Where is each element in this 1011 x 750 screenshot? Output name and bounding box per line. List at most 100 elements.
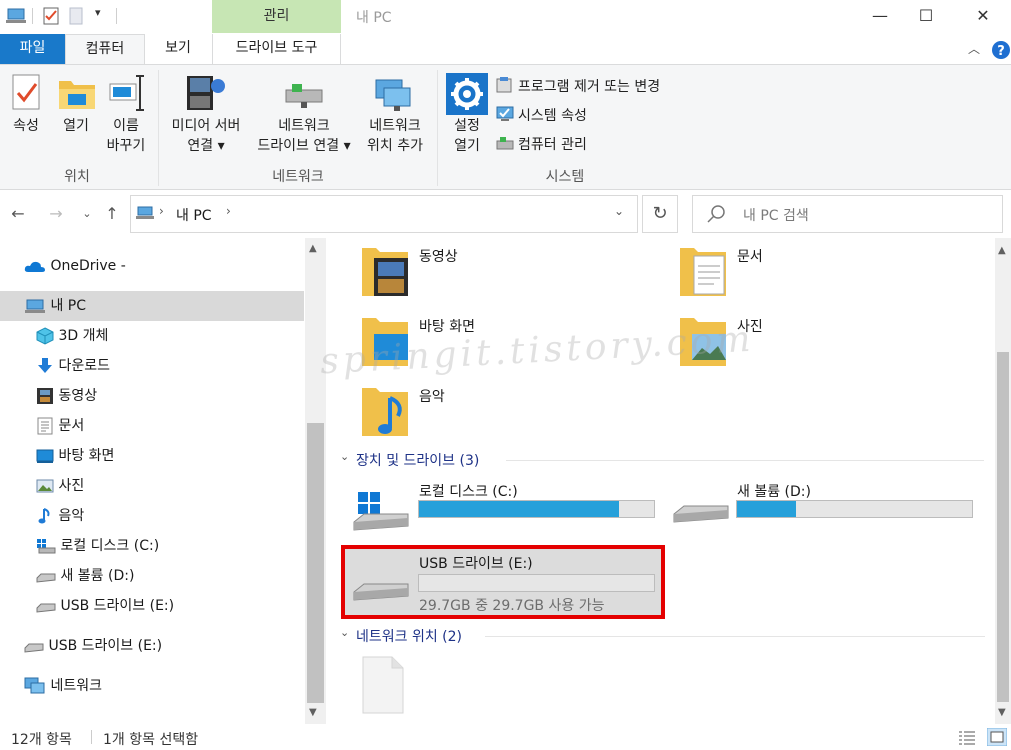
nav-item-pictures[interactable]: 사진 bbox=[36, 471, 84, 501]
nav-item-local-disk-c[interactable]: 로컬 디스크 (C:) bbox=[36, 531, 159, 561]
media-server-button[interactable]: 미디어 서버 연결 ▾ bbox=[160, 116, 252, 156]
media-server-label-1: 미디어 서버 bbox=[171, 118, 241, 134]
svg-text:?: ? bbox=[997, 44, 1005, 59]
windows-drive-icon bbox=[353, 492, 409, 531]
section-header-network[interactable]: 네트워크 위치 (2) bbox=[356, 626, 462, 646]
separator bbox=[116, 8, 117, 24]
tab-drive-tools[interactable]: 드라이브 도구 bbox=[212, 34, 341, 64]
section-chevron-icon[interactable]: ⌄ bbox=[340, 626, 349, 639]
drive-usage-bar bbox=[418, 574, 655, 592]
nav-item-music[interactable]: 음악 bbox=[36, 501, 84, 531]
rename-button[interactable]: 이름 바꾸기 bbox=[100, 116, 152, 156]
nav-item-label: 문서 bbox=[58, 418, 85, 434]
scroll-up-arrow-icon[interactable]: ▲ bbox=[998, 245, 1006, 256]
media-server-label-2: 연결 ▾ bbox=[187, 138, 225, 154]
section-header-devices[interactable]: 장치 및 드라이브 (3) bbox=[356, 450, 479, 470]
breadcrumb-this-pc[interactable]: 내 PC bbox=[176, 205, 212, 225]
nav-item-label: 로컬 디스크 (C:) bbox=[60, 538, 160, 554]
nav-item-onedrive[interactable]: OneDrive - bbox=[24, 251, 126, 281]
music-icon bbox=[38, 508, 50, 524]
status-item-count: 12개 항목 bbox=[11, 732, 72, 748]
section-divider bbox=[506, 460, 984, 461]
manage-tab[interactable]: 관리 bbox=[212, 0, 341, 33]
section-chevron-icon[interactable]: ⌄ bbox=[340, 450, 349, 463]
nav-item-network[interactable]: 네트워크 bbox=[24, 671, 102, 701]
drive-usage-bar bbox=[418, 500, 655, 518]
drive-label: 새 볼륨 (D:) bbox=[737, 484, 811, 500]
group-separator bbox=[437, 70, 438, 186]
nav-item-label: USB 드라이브 (E:) bbox=[48, 638, 163, 654]
drive-usage-fill bbox=[737, 501, 796, 517]
details-view-icon[interactable] bbox=[958, 730, 976, 746]
maximize-button[interactable]: ☐ bbox=[903, 0, 949, 33]
close-button[interactable]: ✕ bbox=[960, 0, 1006, 33]
drive-icon bbox=[353, 583, 409, 601]
recent-locations-chevron-icon[interactable]: ⌄ bbox=[78, 202, 96, 226]
tab-computer[interactable]: 컴퓨터 bbox=[65, 34, 145, 66]
open-settings-button[interactable]: 설정 열기 bbox=[444, 116, 490, 156]
up-arrow-icon[interactable]: ↑ bbox=[100, 202, 124, 226]
breadcrumb-chevron-icon[interactable]: › bbox=[159, 204, 164, 218]
system-properties-button[interactable]: 시스템 속성 bbox=[518, 105, 587, 125]
nav-item-desktop[interactable]: 바탕 화면 bbox=[36, 441, 114, 471]
map-network-drive-button[interactable]: 네트워크 드라이브 연결 ▾ bbox=[248, 116, 360, 156]
scroll-up-arrow-icon[interactable]: ▲ bbox=[309, 243, 317, 254]
address-dropdown-icon[interactable]: ⌄ bbox=[614, 204, 624, 218]
help-icon[interactable]: ? bbox=[991, 40, 1011, 60]
minimize-button[interactable]: — bbox=[857, 0, 903, 33]
pc-icon[interactable] bbox=[6, 8, 26, 24]
new-folder-icon[interactable] bbox=[69, 7, 83, 25]
network-icon bbox=[24, 677, 45, 694]
nav-item-downloads[interactable]: 다운로드 bbox=[36, 351, 110, 381]
large-icons-view-icon[interactable] bbox=[987, 728, 1007, 746]
folder-tile-videos[interactable]: 동영상 bbox=[360, 240, 660, 300]
scroll-down-arrow-icon[interactable]: ▼ bbox=[309, 707, 317, 718]
add-network-location-button[interactable]: 네트워크 위치 추가 bbox=[360, 116, 430, 156]
group-label-location: 위치 bbox=[64, 169, 90, 185]
nav-item-volume-d[interactable]: 새 볼륨 (D:) bbox=[36, 561, 134, 591]
collapse-ribbon-icon[interactable]: ︿ bbox=[968, 40, 980, 57]
nav-item-label: 동영상 bbox=[58, 388, 98, 404]
nav-item-documents[interactable]: 문서 bbox=[36, 411, 84, 441]
properties-button[interactable]: 속성 bbox=[4, 116, 48, 136]
nav-item-videos[interactable]: 동영상 bbox=[36, 381, 97, 411]
content-scrollbar-thumb[interactable] bbox=[997, 352, 1009, 702]
nav-item-3d-objects[interactable]: 3D 개체 bbox=[36, 321, 108, 351]
drive-icon bbox=[673, 505, 729, 523]
drive-tile-c[interactable]: 로컬 디스크 (C:) bbox=[352, 478, 662, 538]
cloud-icon bbox=[24, 261, 45, 272]
group-label-network: 네트워크 bbox=[272, 169, 324, 185]
drive-label: 로컬 디스크 (C:) bbox=[419, 484, 518, 500]
document-folder-icon bbox=[680, 248, 726, 296]
forward-arrow-icon[interactable]: → bbox=[44, 202, 68, 226]
add-location-label-2: 위치 추가 bbox=[367, 138, 423, 154]
network-file-icon[interactable] bbox=[362, 656, 404, 714]
folder-tile-music[interactable]: 음악 bbox=[360, 380, 660, 440]
nav-item-this-pc[interactable]: 내 PC bbox=[24, 291, 86, 321]
desktop-icon bbox=[36, 449, 54, 463]
folder-tile-documents[interactable]: 문서 bbox=[678, 240, 978, 300]
search-icon bbox=[707, 205, 725, 223]
search-input[interactable] bbox=[692, 195, 1003, 233]
nav-scrollbar-thumb[interactable] bbox=[307, 423, 324, 703]
tab-view[interactable]: 보기 bbox=[145, 34, 211, 64]
nav-item-usb-e-root[interactable]: USB 드라이브 (E:) bbox=[24, 631, 162, 661]
properties-icon[interactable] bbox=[43, 7, 59, 25]
computer-management-button[interactable]: 컴퓨터 관리 bbox=[518, 134, 587, 154]
nav-item-usb-e[interactable]: USB 드라이브 (E:) bbox=[36, 591, 174, 621]
settings-gear-icon bbox=[446, 73, 488, 115]
back-arrow-icon[interactable]: ← bbox=[6, 202, 30, 226]
cube-icon bbox=[36, 327, 54, 345]
tab-file[interactable]: 파일 bbox=[0, 34, 65, 64]
drive-tile-d[interactable]: 새 볼륨 (D:) bbox=[672, 478, 982, 538]
open-folder-icon bbox=[59, 81, 95, 109]
group-separator bbox=[158, 70, 159, 186]
uninstall-program-button[interactable]: 프로그램 제거 또는 변경 bbox=[518, 76, 660, 96]
customize-dropdown-icon[interactable]: ▾ bbox=[95, 6, 101, 19]
open-button[interactable]: 열기 bbox=[54, 116, 98, 136]
scroll-down-arrow-icon[interactable]: ▼ bbox=[998, 707, 1006, 718]
refresh-icon[interactable]: ↻ bbox=[642, 195, 678, 233]
pc-icon bbox=[136, 206, 154, 219]
drive-usage-bar bbox=[736, 500, 973, 518]
breadcrumb-chevron-icon[interactable]: › bbox=[226, 204, 231, 218]
